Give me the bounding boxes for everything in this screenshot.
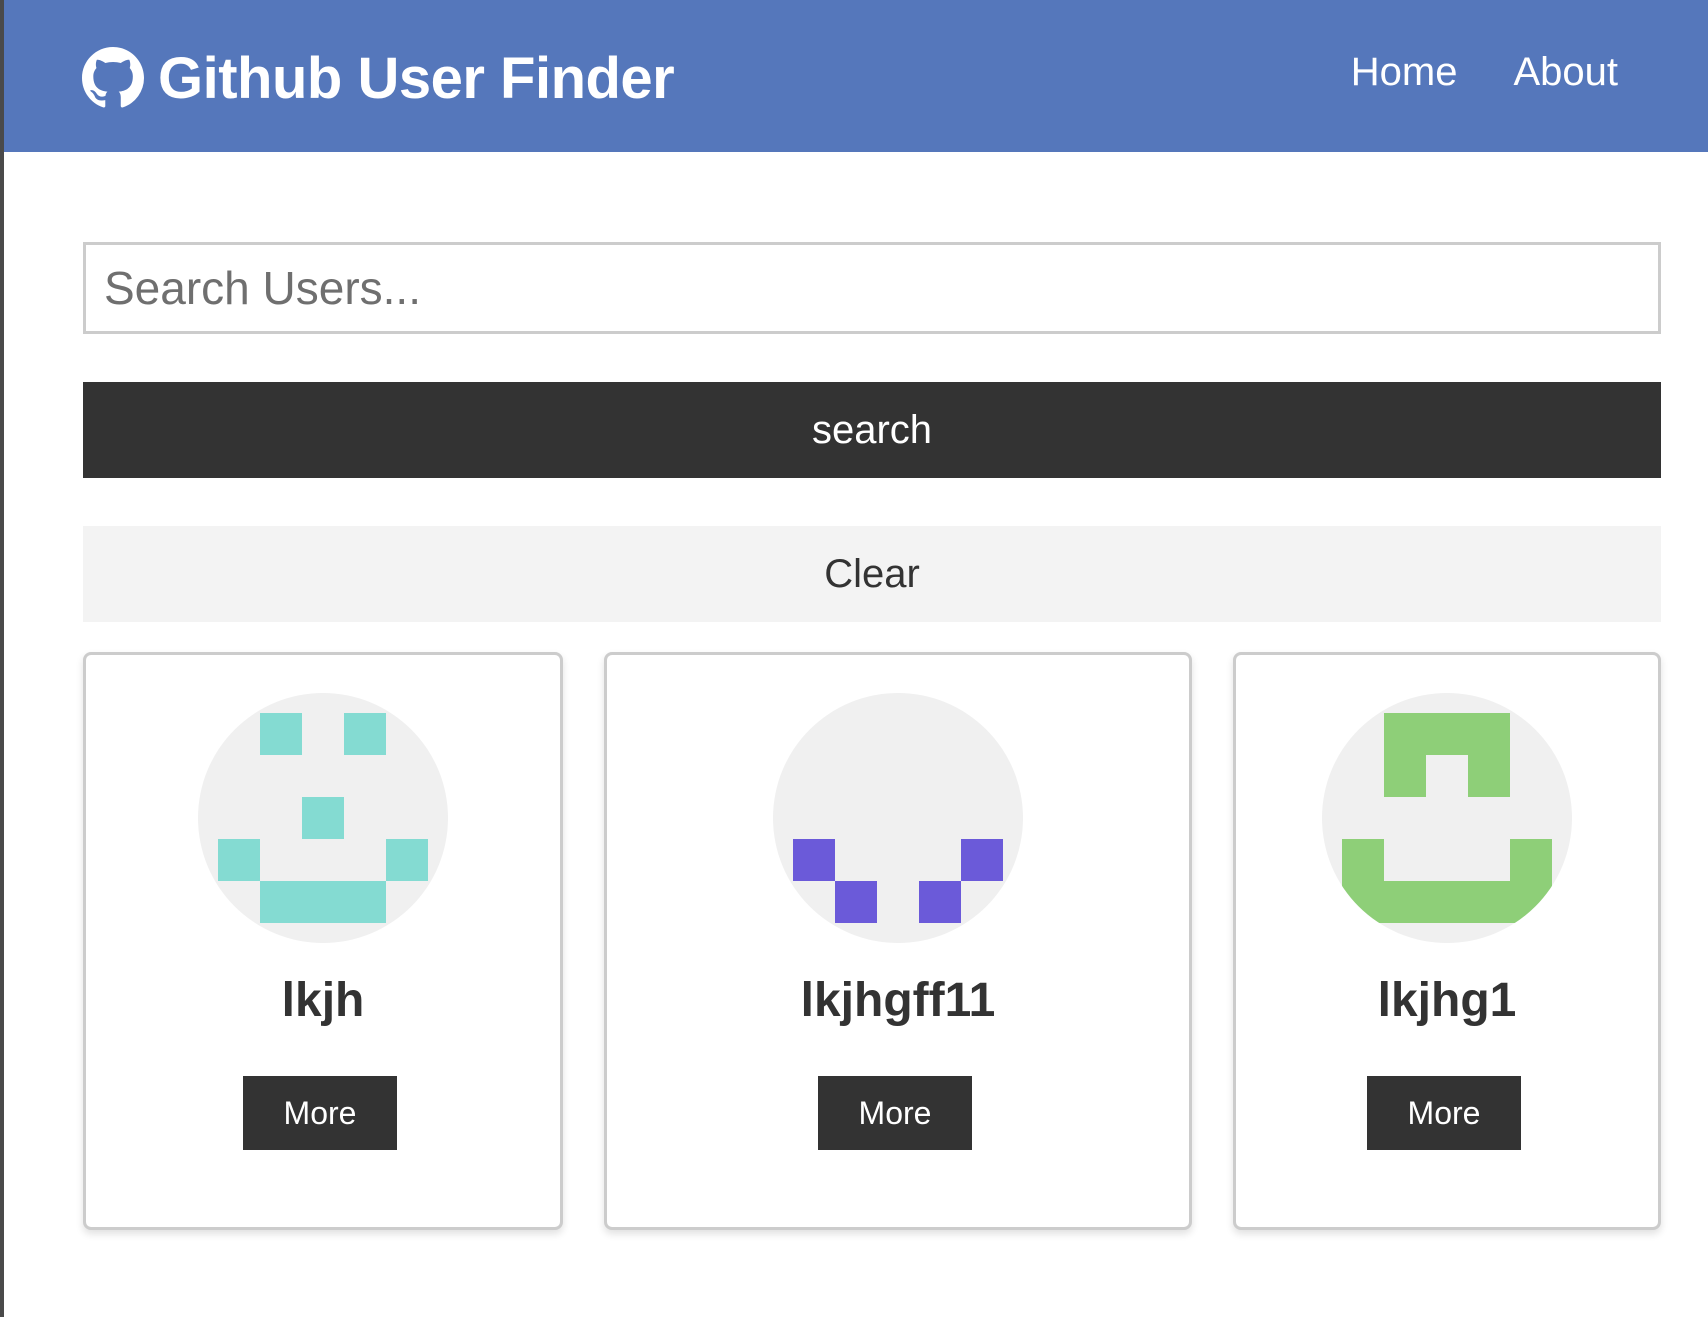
github-icon — [82, 47, 144, 109]
nav-link-about[interactable]: About — [1513, 50, 1618, 95]
avatar — [198, 693, 448, 943]
search-button[interactable]: search — [83, 382, 1661, 478]
identicon-purple-icon — [793, 839, 1003, 923]
navbar: Github User Finder Home About — [4, 0, 1708, 152]
nav-links: Home About — [1351, 50, 1618, 95]
nav-link-home[interactable]: Home — [1351, 50, 1458, 95]
avatar — [1322, 693, 1572, 943]
avatar — [773, 693, 1023, 943]
username: lkjh — [281, 974, 365, 1027]
user-card: lkjhgff11 More — [604, 652, 1192, 1230]
username: lkjhg1 — [1377, 974, 1517, 1027]
more-button[interactable]: More — [243, 1076, 397, 1150]
clear-button[interactable]: Clear — [83, 526, 1661, 622]
main-content: search Clear — [83, 242, 1661, 622]
brand[interactable]: Github User Finder — [82, 40, 675, 116]
identicon-teal-icon — [218, 713, 428, 923]
window-edge — [0, 0, 4, 1317]
user-card: lkjh More — [83, 652, 563, 1230]
search-input[interactable] — [83, 242, 1661, 334]
identicon-green-icon — [1342, 713, 1552, 923]
more-button[interactable]: More — [818, 1076, 972, 1150]
search-form: search — [83, 242, 1661, 478]
app-title: Github User Finder — [158, 45, 675, 111]
username: lkjhgff11 — [800, 974, 996, 1027]
user-card: lkjhg1 More — [1233, 652, 1661, 1230]
more-button[interactable]: More — [1367, 1076, 1521, 1150]
